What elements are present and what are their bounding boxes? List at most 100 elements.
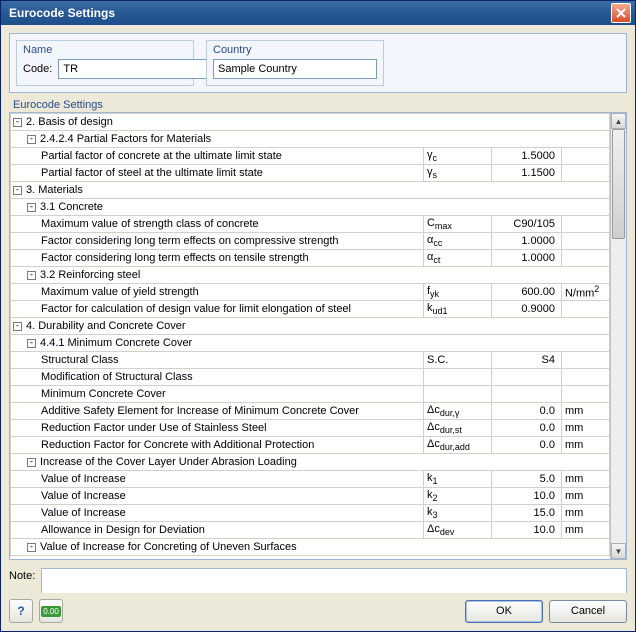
vertical-scrollbar[interactable]: ▲ ▼ — [610, 113, 626, 559]
settings-table: -2. Basis of design-2.4.2.4 Partial Fact… — [10, 113, 610, 556]
table-row[interactable]: Maximum value of strength class of concr… — [11, 216, 610, 233]
row-value[interactable]: 1.0000 — [491, 250, 561, 267]
table-row[interactable]: Partial factor of steel at the ultimate … — [11, 165, 610, 182]
toggle-icon[interactable]: - — [13, 118, 22, 127]
row-label: Additive Safety Element for Increase of … — [11, 403, 424, 420]
table-row[interactable]: -Value of Increase for Concreting of Une… — [11, 539, 610, 556]
top-panel: Name Code: Country — [9, 33, 627, 93]
row-value[interactable]: 0.9000 — [491, 301, 561, 318]
scroll-up-arrow[interactable]: ▲ — [611, 113, 626, 129]
ok-button[interactable]: OK — [465, 600, 543, 623]
help-icon: ? — [17, 604, 24, 618]
row-unit — [561, 369, 609, 386]
table-row[interactable]: -2. Basis of design — [11, 114, 610, 131]
row-unit: mm — [561, 437, 609, 454]
table-row[interactable]: Reduction Factor under Use of Stainless … — [11, 420, 610, 437]
row-unit: mm — [561, 420, 609, 437]
row-label: 3. Materials — [26, 184, 83, 196]
row-symbol: Δcdev — [423, 522, 491, 539]
row-label: Maximum value of yield strength — [11, 284, 424, 301]
row-unit — [561, 386, 609, 403]
scroll-track[interactable] — [611, 129, 626, 543]
row-label: Structural Class — [11, 352, 424, 369]
table-row[interactable]: -4. Durability and Concrete Cover — [11, 318, 610, 335]
window-title: Eurocode Settings — [9, 6, 611, 20]
row-value[interactable]: 15.0 — [491, 505, 561, 522]
row-unit: mm — [561, 403, 609, 420]
row-value[interactable]: 10.0 — [491, 522, 561, 539]
table-row[interactable]: -3.2 Reinforcing steel — [11, 267, 610, 284]
row-symbol: αct — [423, 250, 491, 267]
row-label: Partial factor of steel at the ultimate … — [11, 165, 424, 182]
row-unit — [561, 233, 609, 250]
row-value[interactable]: 1.0000 — [491, 233, 561, 250]
row-value[interactable]: 1.5000 — [491, 148, 561, 165]
toggle-icon[interactable]: - — [27, 203, 36, 212]
row-label: Reduction Factor under Use of Stainless … — [11, 420, 424, 437]
name-group: Name Code: — [16, 40, 194, 86]
country-group-title: Country — [213, 44, 377, 56]
row-label: Value of Increase for Concreting of Unev… — [40, 541, 297, 553]
close-button[interactable] — [611, 3, 631, 23]
table-row[interactable]: Minimum Concrete Cover — [11, 386, 610, 403]
table-row[interactable]: -2.4.2.4 Partial Factors for Materials — [11, 131, 610, 148]
row-symbol: S.C. — [423, 352, 491, 369]
table-row[interactable]: Additive Safety Element for Increase of … — [11, 403, 610, 420]
row-value[interactable]: 5.0 — [491, 471, 561, 488]
row-label: 4. Durability and Concrete Cover — [26, 320, 186, 332]
code-input[interactable] — [58, 59, 210, 79]
row-value[interactable]: 0.0 — [491, 437, 561, 454]
cancel-button[interactable]: Cancel — [549, 600, 627, 623]
table-row[interactable]: Value of Increasek210.0mm — [11, 488, 610, 505]
dialog-window: Eurocode Settings Name Code: Country Eur… — [0, 0, 636, 632]
scroll-thumb[interactable] — [612, 129, 625, 239]
table-row[interactable]: -3.1 Concrete — [11, 199, 610, 216]
row-value[interactable]: 10.0 — [491, 488, 561, 505]
table-row[interactable]: Partial factor of concrete at the ultima… — [11, 148, 610, 165]
row-symbol: k3 — [423, 505, 491, 522]
table-row[interactable]: Value of Increasek315.0mm — [11, 505, 610, 522]
row-symbol: αcc — [423, 233, 491, 250]
row-label: Factor for calculation of design value f… — [11, 301, 424, 318]
toggle-icon[interactable]: - — [27, 135, 36, 144]
toggle-icon[interactable]: - — [13, 186, 22, 195]
table-row[interactable]: Factor for calculation of design value f… — [11, 301, 610, 318]
scroll-down-arrow[interactable]: ▼ — [611, 543, 626, 559]
row-label: 4.4.1 Minimum Concrete Cover — [40, 337, 192, 349]
toggle-icon[interactable]: - — [27, 271, 36, 280]
row-value[interactable] — [491, 369, 561, 386]
table-row[interactable]: -Increase of the Cover Layer Under Abras… — [11, 454, 610, 471]
country-input[interactable] — [213, 59, 377, 79]
row-value[interactable]: 600.00 — [491, 284, 561, 301]
row-symbol: k1 — [423, 471, 491, 488]
table-row[interactable]: -3. Materials — [11, 182, 610, 199]
note-textbox[interactable] — [41, 568, 627, 593]
table-row[interactable]: Maximum value of yield strengthfyk600.00… — [11, 284, 610, 301]
table-row[interactable]: Reduction Factor for Concrete with Addit… — [11, 437, 610, 454]
toggle-icon[interactable]: - — [27, 543, 36, 552]
table-row[interactable]: -4.4.1 Minimum Concrete Cover — [11, 335, 610, 352]
help-button[interactable]: ? — [9, 599, 33, 623]
toggle-icon[interactable]: - — [27, 458, 36, 467]
row-value[interactable]: S4 — [491, 352, 561, 369]
row-value[interactable]: C90/105 — [491, 216, 561, 233]
table-row[interactable]: Allowance in Design for DeviationΔcdev10… — [11, 522, 610, 539]
table-row[interactable]: Factor considering long term effects on … — [11, 233, 610, 250]
units-button[interactable]: 0.00 — [39, 599, 63, 623]
row-value[interactable] — [491, 386, 561, 403]
table-row[interactable]: Factor considering long term effects on … — [11, 250, 610, 267]
row-symbol: Δcdur,γ — [423, 403, 491, 420]
table-row[interactable]: Structural ClassS.C.S4 — [11, 352, 610, 369]
row-label: Factor considering long term effects on … — [11, 233, 424, 250]
row-label: Value of Increase — [11, 505, 424, 522]
table-row[interactable]: Value of Increasek15.0mm — [11, 471, 610, 488]
toggle-icon[interactable]: - — [27, 339, 36, 348]
row-value[interactable]: 0.0 — [491, 403, 561, 420]
row-symbol: Δcdur,add — [423, 437, 491, 454]
row-value[interactable]: 1.1500 — [491, 165, 561, 182]
row-value[interactable]: 0.0 — [491, 420, 561, 437]
name-group-title: Name — [23, 44, 187, 56]
table-row[interactable]: Modification of Structural Class — [11, 369, 610, 386]
row-symbol: γs — [423, 165, 491, 182]
toggle-icon[interactable]: - — [13, 322, 22, 331]
